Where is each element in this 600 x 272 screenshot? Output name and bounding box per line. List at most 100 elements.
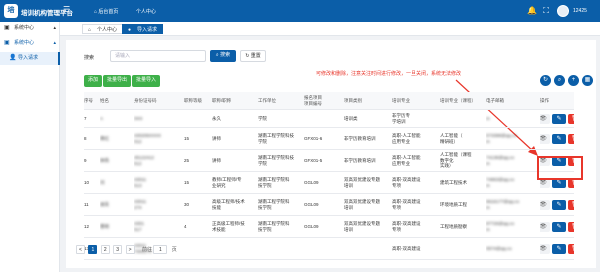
cell-text: 43011 274 <box>134 199 147 210</box>
cell-op: 👁✎🗑 <box>540 238 574 259</box>
cell-title: 讲师 <box>212 150 256 171</box>
cell-text: m <box>486 115 490 121</box>
cell-text: 25 <box>184 157 190 163</box>
edit-icon[interactable]: ✎ <box>552 222 566 232</box>
cell-id: 430206XXXX 012 <box>134 128 182 149</box>
table-row[interactable]: 9 钟燕 45122412 512 25 讲师 湖南工程学院科技 学院 GFX01-5 非学历… <box>84 150 574 172</box>
cell-text: 建筑工程技术 <box>440 179 467 185</box>
header-label: 电子邮箱 <box>486 97 504 103</box>
cell-text: 双高双优建设专题 培训 <box>344 177 380 188</box>
cell-text: 0XX <box>134 115 143 121</box>
edit-icon[interactable]: ✎ <box>552 114 566 124</box>
cell-email: 573398@qq.co m <box>486 128 538 149</box>
cell-level <box>184 110 210 127</box>
cell-unit: 湖南工程学院科 技学院 <box>258 194 302 215</box>
view-icon[interactable]: 👁 <box>540 244 550 254</box>
header-cell: 职称/职称 <box>212 92 256 109</box>
edit-icon[interactable]: ✎ <box>552 200 566 210</box>
cell-text: GGL09 <box>304 223 319 229</box>
fullscreen-icon[interactable]: ⛶ <box>541 6 551 16</box>
top-nav-profile[interactable]: 个人中心 <box>136 9 156 15</box>
page-2[interactable]: 2 <box>100 245 110 254</box>
cell-text: 12 <box>84 223 90 229</box>
cell-text: 15 <box>184 135 190 141</box>
cell-level: 15 <box>184 128 210 149</box>
cell-no: 8 <box>84 128 98 149</box>
edit-icon[interactable]: ✎ <box>552 134 566 144</box>
header-label: 项目类别 <box>344 97 362 103</box>
delete-icon[interactable]: 🗑 <box>568 244 574 254</box>
cell-course: 工程地质勘察 <box>440 216 484 237</box>
cell-text: 430206XXXX 012 <box>134 133 162 144</box>
cell-text: 黄红 <box>100 135 109 141</box>
menu-fold-icon[interactable]: ☰ <box>63 6 70 14</box>
chevron-up-icon: ▴ <box>53 40 56 46</box>
cell-email: 6616177@qq.co m <box>486 194 538 215</box>
user-name[interactable]: 12425 <box>573 8 587 14</box>
bell-icon[interactable]: 🔔 <box>527 6 537 16</box>
cell-text: GGL09 <box>304 201 319 207</box>
delete-icon[interactable]: 🗑 <box>568 200 574 210</box>
table-row[interactable]: 10 刘 43011 513 15 教师/工程师/专 业研究 湖南工程学院科 技学院 GGL… <box>84 172 574 194</box>
top-nav-home[interactable]: ⌂ 后台首页 <box>94 9 118 15</box>
next-page-button[interactable]: > <box>125 245 135 254</box>
chevron-up-icon: ▴ <box>53 25 56 31</box>
cell-text: A <box>100 115 104 121</box>
cell-text: 湖南工程学院科技 学院 <box>258 155 294 166</box>
cell-code: GGL09 <box>304 194 342 215</box>
delete-icon[interactable]: 🗑 <box>568 114 574 124</box>
header-cell: 培训专业 <box>392 92 438 109</box>
pagination: < 1 2 3 > 前往 1 页 <box>76 245 177 255</box>
cell-email: 87726@qq.co m <box>486 216 538 237</box>
cell-text: 人工智能（ 精研班） <box>440 133 463 144</box>
cell-text: 学院 <box>258 115 267 121</box>
sidebar-item-system-center[interactable]: ▣ 系统中心 ▴ <box>0 22 60 35</box>
cell-text: 非学历教育培训 <box>344 157 376 163</box>
cell-text: 双高双优建设专题 培训 <box>344 221 380 232</box>
cell-major: 高职-双高建设 专项 <box>392 194 438 215</box>
header-label: 报名项目 项目编号 <box>304 95 322 106</box>
cell-id: 4301 517 <box>134 216 182 237</box>
table-row[interactable]: 7 A 0XX 永久 学院 培训类 非学历专 学培训 m 👁✎🗑 <box>84 110 574 128</box>
delete-icon[interactable]: 🗑 <box>568 222 574 232</box>
cell-course <box>440 238 484 259</box>
cell-major: 非学历专 学培训 <box>392 110 438 127</box>
edit-icon[interactable]: ✎ <box>552 244 566 254</box>
tab-import-request[interactable]: ● 导入请求 <box>122 24 164 34</box>
table-header: 序号 姓名 身份证号码 职称等级 职称/职称 工作单位 报名项目 项目编号 项目类别 培训专业 培… <box>84 92 574 110</box>
cell-name: A <box>100 110 132 127</box>
cell-title: 高级工程师/技术 技能 <box>212 194 256 215</box>
page-input[interactable]: 1 <box>153 245 168 254</box>
delete-icon[interactable]: 🗑 <box>568 134 574 144</box>
cell-text: 高级工程师/技术 技能 <box>212 199 245 210</box>
cell-text: 74136@qq.co m <box>486 155 515 166</box>
sidebar-item-import-request[interactable]: 👤 导入请求 <box>0 52 60 65</box>
cell-email: m <box>486 110 538 127</box>
header-cell: 姓名 <box>100 92 132 109</box>
cell-name: 刘 <box>100 172 132 193</box>
page-1[interactable]: 1 <box>88 245 98 254</box>
view-icon[interactable]: 👁 <box>540 200 550 210</box>
header-cell: 职称等级 <box>184 92 210 109</box>
prev-page-button[interactable]: < <box>76 245 85 254</box>
cell-id: 0XX <box>134 110 182 127</box>
view-icon[interactable]: 👁 <box>540 114 550 124</box>
table-row[interactable]: 8 黄红 430206XXXX 012 15 讲师 湖南工程学院科技 学院 GFX01-6 非… <box>84 128 574 150</box>
cell-text: 高职-双高建设 专项 <box>392 221 421 232</box>
tab-label: 导入请求 <box>137 27 158 33</box>
page-3[interactable]: 3 <box>113 245 123 254</box>
view-icon[interactable]: 👁 <box>540 134 550 144</box>
cell-level: 30 <box>184 194 210 215</box>
sidebar-item-label: 系统中心 <box>14 25 35 31</box>
cell-op: 👁✎🗑 <box>540 128 574 149</box>
user-avatar[interactable] <box>557 5 569 17</box>
table-row[interactable]: 11 谢英 43011 274 30 高级工程师/技术 技能 湖南工程学院科 技学院 GGL… <box>84 194 574 216</box>
tab-profile[interactable]: ⌂ 个人中心 <box>82 24 124 34</box>
table-row[interactable]: 12 曹明 4301 517 4 正高级工程师/技 术技能 湖南工程学院科 技学院 GGL0… <box>84 216 574 238</box>
cell-text: 9 <box>84 157 87 163</box>
view-icon[interactable]: 👁 <box>540 222 550 232</box>
cell-cat: 双高双优建设专题 培训 <box>344 216 390 237</box>
cell-text: 双高双优建设专题 培训 <box>344 199 380 210</box>
cell-code: GFX01-5 <box>304 150 342 171</box>
sidebar-group-system-center[interactable]: ▣ 系统中心 ▴ <box>0 37 60 50</box>
